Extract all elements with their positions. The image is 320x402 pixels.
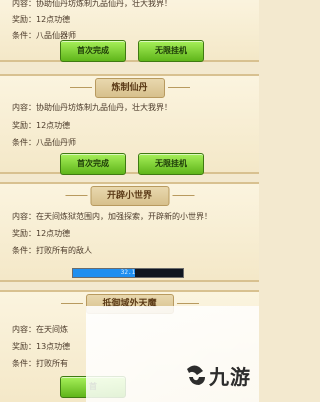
- task-reward: 12点功德: [36, 15, 71, 24]
- task-reward-row: 奖励：12点功德: [12, 229, 71, 238]
- nine-game-logo-icon: [187, 364, 205, 385]
- task-content-row: 内容：在天间炼狱范围内，加强探索，开辟新的小世界！: [12, 212, 212, 221]
- infinite-idle-button[interactable]: 无限挂机: [138, 40, 204, 62]
- task-condition-row: 条件：打败所有: [12, 359, 68, 368]
- task-reward: 13点功德: [36, 342, 71, 351]
- task-content: 在天间炼狱范围内，加强探索，开辟新的小世界！: [36, 212, 212, 221]
- task-condition: 八品仙丹师: [36, 138, 76, 147]
- task-panel-0: 内容：协助仙丹坊炼制九品仙丹，壮大我界！ 奖励：12点功德 条件：八品仙器师 首…: [0, 0, 259, 62]
- task-content: 协助仙丹坊炼制九品仙丹，壮大我界！: [36, 0, 172, 8]
- task-reward: 12点功德: [36, 121, 71, 130]
- watermark-logo: 九游: [183, 361, 251, 390]
- task-panel-1: 炼制仙丹 内容：协助仙丹坊炼制九品仙丹，壮大我界！ 奖励：12点功德 条件：八品…: [0, 74, 259, 175]
- task-reward-row: 奖励：12点功德: [12, 121, 71, 130]
- task-content-row: 内容：在天间炼: [12, 325, 68, 334]
- task-content-row: 内容：协助仙丹坊炼制九品仙丹，壮大我界！: [12, 0, 172, 8]
- task-banner: 炼制仙丹: [69, 78, 190, 98]
- infinite-idle-button[interactable]: 无限挂机: [138, 153, 204, 175]
- first-complete-button[interactable]: 首次完成: [60, 40, 126, 62]
- task-banner: 开辟小世界: [64, 186, 195, 206]
- task-content-row: 内容：协助仙丹坊炼制九品仙丹，壮大我界！: [12, 103, 172, 112]
- task-reward: 12点功德: [36, 229, 71, 238]
- task-content: 协助仙丹坊炼制九品仙丹，壮大我界！: [36, 103, 172, 112]
- task-condition: 打败所有: [36, 359, 68, 368]
- task-condition-row: 条件：打败所有的敌人: [12, 246, 92, 255]
- first-complete-button[interactable]: 首次完成: [60, 153, 126, 175]
- task-progress-bar: 32.1: [72, 268, 184, 278]
- task-reward-row: 奖励：13点功德: [12, 342, 71, 351]
- task-reward-row: 奖励：12点功德: [12, 15, 71, 24]
- task-condition: 八品仙器师: [36, 31, 76, 40]
- task-content: 在天间炼: [36, 325, 68, 334]
- task-condition: 打败所有的敌人: [36, 246, 92, 255]
- task-panel-2: 开辟小世界 内容：在天间炼狱范围内，加强探索，开辟新的小世界！ 奖励：12点功德…: [0, 182, 259, 282]
- task-condition-row: 条件：八品仙丹师: [12, 138, 76, 147]
- task-progress-text: 32.1: [120, 269, 136, 276]
- watermark-text: 九游: [209, 365, 251, 389]
